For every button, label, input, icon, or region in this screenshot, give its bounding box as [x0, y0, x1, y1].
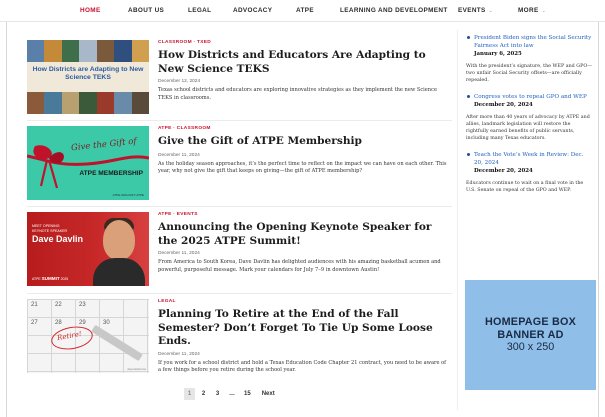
calendar-day-number: 30 [103, 320, 110, 326]
news-date: December 20, 2024 [474, 168, 533, 174]
article-item: Give the Gift of ATPE MEMBERSHIP ATPE.OR… [27, 126, 452, 200]
thumbnail-role-line: KEYNOTE SPEAKER [32, 228, 68, 233]
thumbnail-photo-strip-top [27, 40, 149, 62]
article-categories[interactable]: LEGAL [158, 299, 450, 307]
thumbnail-photo-strip-bottom [27, 92, 149, 114]
article-title[interactable]: Planning To Retire at the End of the Fal… [158, 308, 450, 349]
page-link-3[interactable]: 3 [212, 388, 223, 400]
news-item: Teach the Vote’s Week in Review: Dec. 20… [466, 151, 594, 194]
news-item: Congress votes to repeal GPO and WEP Dec… [466, 93, 594, 142]
calendar-day-number: 22 [55, 302, 62, 308]
news-link[interactable]: Teach the Vote’s Week in Review: Dec. 20… [474, 151, 594, 167]
ad-line-1: HOMEPAGE BOX [485, 316, 576, 328]
chevron-down-icon: ⌄ [541, 8, 547, 14]
page-frame-left-border [6, 22, 7, 417]
next-page-link[interactable]: Next [259, 388, 278, 400]
article-title[interactable]: Give the Gift of ATPE Membership [158, 135, 450, 149]
article-date: December 11, 2024 [158, 152, 200, 158]
page-link-15[interactable]: 15 [241, 388, 254, 400]
nav-item-home[interactable]: HOME [80, 7, 101, 14]
article-title[interactable]: How Districts and Educators Are Adapting… [158, 49, 450, 76]
summit-logo-atpe: ATPE [32, 277, 41, 281]
calendar-day-number: 23 [79, 302, 86, 308]
chevron-down-icon: ⌄ [488, 8, 494, 14]
article-body: CLASSROOM · TXED How Districts and Educa… [158, 40, 450, 102]
article-excerpt: Texas school districts and educators are… [158, 87, 437, 101]
page-frame-right-border [598, 22, 599, 417]
thumbnail-title: ATPE MEMBERSHIP [79, 170, 143, 177]
news-summary: After more than 40 years of advocacy by … [466, 115, 590, 141]
calendar-day-number: 28 [55, 320, 62, 326]
article-body: LEGAL Planning To Retire at the End of t… [158, 299, 450, 375]
article-body: ATPE · EVENTS Announcing the Opening Key… [158, 212, 450, 274]
article-item: MEET OPENING KEYNOTE SPEAKER Dave Davlin … [27, 212, 452, 286]
article-thumbnail-atpe-membership[interactable]: Give the Gift of ATPE MEMBERSHIP ATPE.OR… [27, 126, 149, 200]
article-excerpt: From America to South Korea, Dave Davlin… [158, 259, 441, 273]
ad-size: 300 x 250 [506, 341, 555, 353]
article-divider [27, 293, 452, 294]
thumbnail-meet-line: MEET OPENING [32, 224, 60, 228]
article-date: December 11, 2024 [158, 251, 200, 257]
nav-item-learning-and-development[interactable]: LEARNING AND DEVELOPMENT [340, 7, 448, 14]
calendar-day-number: 29 [79, 320, 86, 326]
thumbnail-summit-logo: ATPE SUMMIT 2025 [32, 276, 68, 281]
nav-item-events-label: EVENTS [458, 7, 486, 14]
article-date: December 11, 2024 [158, 351, 200, 357]
article-date: December 12, 2024 [158, 79, 201, 85]
news-date: December 20, 2024 [474, 102, 533, 108]
thumbnail-url: ATPE.ORG/GIFT-ATPE [112, 193, 144, 197]
article-item: How Districts are Adapting to New Scienc… [27, 40, 452, 114]
article-categories[interactable]: CLASSROOM · TXED [158, 40, 450, 48]
nav-item-legal[interactable]: LEGAL [188, 7, 211, 14]
page-link-2[interactable]: 2 [198, 388, 209, 400]
bullet-icon [467, 36, 470, 39]
nav-item-more-label: MORE [518, 7, 539, 14]
page-link-1[interactable]: 1 [184, 388, 195, 400]
news-date: January 6, 2025 [474, 51, 522, 57]
article-thumbnail-science-teks[interactable]: How Districts are Adapting to New Scienc… [27, 40, 149, 114]
thumbnail-caption: How Districts are Adapting to New Scienc… [32, 66, 144, 81]
article-item: 21 22 23 27 28 29 30 Retire! depositphot… [27, 299, 452, 373]
homepage-box-banner-ad[interactable]: HOMEPAGE BOX BANNER AD 300 x 250 [465, 280, 596, 390]
article-thumbnail-retire[interactable]: 21 22 23 27 28 29 30 Retire! depositphot… [27, 299, 149, 373]
news-summary: Educators continue to wait on a final vo… [466, 181, 584, 193]
sidebar-news-list: President Biden signs the Social Securit… [466, 34, 594, 194]
article-categories[interactable]: ATPE · EVENTS [158, 212, 450, 220]
article-thumbnail-keynote-speaker[interactable]: MEET OPENING KEYNOTE SPEAKER Dave Davlin … [27, 212, 149, 286]
article-divider [27, 206, 452, 207]
column-divider [457, 30, 458, 410]
summit-logo-summit: SUMMIT [41, 276, 60, 281]
article-body: ATPE · CLASSROOM Give the Gift of ATPE M… [158, 126, 450, 175]
thumbnail-speaker-name: Dave Davlin [32, 234, 84, 244]
top-navigation: HOME ABOUT US LEGAL ADVOCACY ATPE LEARNI… [0, 0, 605, 22]
news-item: President Biden signs the Social Securit… [466, 34, 594, 84]
nav-item-more[interactable]: MORE ⌄ [518, 7, 546, 14]
nav-item-advocacy[interactable]: ADVOCACY [233, 7, 272, 14]
page-ellipsis: … [229, 391, 235, 397]
article-excerpt: As the holiday season approaches, it’s t… [158, 160, 447, 174]
thumbnail-meet-text: MEET OPENING KEYNOTE SPEAKER [32, 224, 67, 233]
nav-item-events[interactable]: EVENTS ⌄ [458, 7, 493, 14]
bullet-icon [467, 153, 470, 156]
calendar-day-number: 21 [31, 302, 38, 308]
news-link[interactable]: President Biden signs the Social Securit… [474, 34, 594, 50]
article-divider [27, 120, 452, 121]
bullet-icon [467, 95, 470, 98]
summit-logo-year: 2025 [60, 277, 69, 281]
ad-line-2: BANNER AD [497, 328, 564, 341]
nav-item-atpe[interactable]: ATPE [296, 7, 314, 14]
pagination: 1 2 3 … 15 Next [184, 387, 278, 401]
nav-item-about-us[interactable]: ABOUT US [128, 7, 164, 14]
calendar-day-number: 27 [31, 320, 38, 326]
article-title[interactable]: Announcing the Opening Keynote Speaker f… [158, 221, 450, 248]
speaker-photo-shoulders [93, 258, 145, 286]
article-excerpt: If you work for a school district and ho… [158, 359, 447, 374]
speaker-photo-face [103, 220, 135, 260]
thumbnail-photo-credit: depositphotos [127, 367, 146, 371]
article-categories[interactable]: ATPE · CLASSROOM [158, 126, 450, 134]
news-summary: With the president’s signature, the WEP … [466, 64, 593, 83]
news-link[interactable]: Congress votes to repeal GPO and WEP [474, 93, 594, 101]
